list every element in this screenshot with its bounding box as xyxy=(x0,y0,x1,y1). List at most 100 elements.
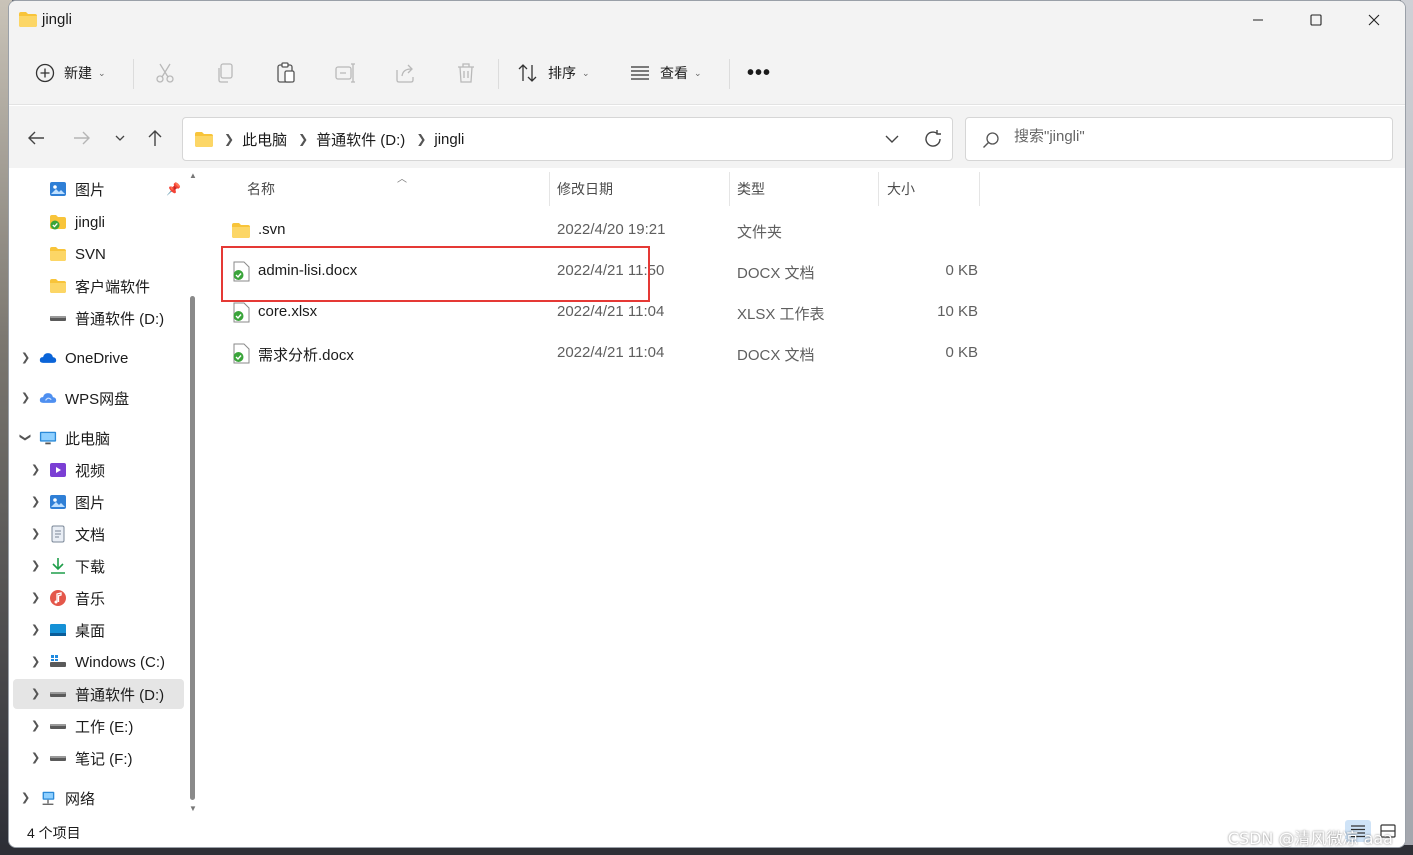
chevron-right-icon[interactable]: ❯ xyxy=(416,132,426,146)
column-header-size[interactable]: 大小 xyxy=(887,168,915,210)
forward-button[interactable] xyxy=(68,124,96,152)
breadcrumb-this-pc[interactable]: 此电脑 xyxy=(242,129,287,150)
column-divider[interactable] xyxy=(979,172,980,206)
chevron-right-icon[interactable]: ❯ xyxy=(31,591,40,604)
sidebar-item-music[interactable]: ❯ 音乐 xyxy=(31,583,105,613)
column-header-type[interactable]: 类型 xyxy=(737,168,765,210)
sidebar-item-label: 音乐 xyxy=(75,590,106,608)
sidebar-item-documents[interactable]: ❯ 文档 xyxy=(31,519,105,549)
up-button[interactable] xyxy=(141,124,169,152)
more-options-button[interactable]: ••• xyxy=(747,57,771,89)
chevron-right-icon[interactable]: ❯ xyxy=(21,791,30,804)
new-button[interactable]: 新建 ⌄ xyxy=(35,57,106,89)
chevron-right-icon[interactable]: ❯ xyxy=(31,719,40,732)
wps-cloud-icon xyxy=(39,393,57,403)
share-icon[interactable] xyxy=(394,61,418,85)
chevron-right-icon[interactable]: ❯ xyxy=(31,495,40,508)
sidebar-item-windows-c[interactable]: ❯ Windows (C:) xyxy=(31,647,165,677)
sidebar-item-jingli[interactable]: jingli xyxy=(49,207,105,237)
table-row[interactable]: .svn 2022/4/20 19:21 文件夹 xyxy=(204,210,984,250)
window-title: jingli xyxy=(42,11,73,28)
command-bar: 新建 ⌄ 排序 ⌄ 查看 ⌄ ••• xyxy=(9,41,1405,105)
downloads-icon xyxy=(51,558,65,574)
sidebar-item-drive-d-quick[interactable]: 普通软件 (D:) xyxy=(49,303,164,333)
delete-icon[interactable] xyxy=(454,61,478,85)
sidebar-item-drive-f[interactable]: ❯ 笔记 (F:) xyxy=(31,743,133,773)
sidebar-item-wps-drive[interactable]: ❯ WPS网盘 xyxy=(21,383,129,413)
maximize-button[interactable] xyxy=(1287,1,1345,39)
copy-icon[interactable] xyxy=(214,61,238,85)
chevron-right-icon[interactable]: ❯ xyxy=(21,351,30,364)
column-divider[interactable] xyxy=(549,172,550,206)
column-divider[interactable] xyxy=(729,172,730,206)
chevron-right-icon[interactable]: ❯ xyxy=(298,132,308,146)
recent-locations-button[interactable] xyxy=(106,124,134,152)
sidebar-item-desktop[interactable]: ❯ 桌面 xyxy=(31,615,105,645)
rename-icon[interactable] xyxy=(334,61,358,85)
address-bar[interactable]: ❯ 此电脑 ❯ 普通软件 (D:) ❯ jingli xyxy=(182,117,953,161)
chevron-right-icon[interactable]: ❯ xyxy=(31,687,40,700)
file-list: ︿ 名称 修改日期 类型 大小 .svn 2022/4/20 19:21 文件夹… xyxy=(204,168,1404,812)
breadcrumb-drive-d[interactable]: 普通软件 (D:) xyxy=(316,129,405,150)
chevron-right-icon[interactable]: ❯ xyxy=(31,623,40,636)
sidebar-item-drive-e[interactable]: ❯ 工作 (E:) xyxy=(31,711,133,741)
chevron-right-icon[interactable]: ❯ xyxy=(31,463,40,476)
sidebar-item-this-pc[interactable]: ❯ 此电脑 xyxy=(19,423,110,453)
chevron-right-icon[interactable]: ❯ xyxy=(21,391,30,404)
sidebar-item-drive-d[interactable]: ❯ 普通软件 (D:) xyxy=(13,679,184,709)
sidebar-item-client-software[interactable]: 客户端软件 xyxy=(49,271,150,301)
drive-icon xyxy=(50,692,66,697)
column-divider[interactable] xyxy=(878,172,879,206)
table-row[interactable]: core.xlsx 2022/4/21 11:04 XLSX 工作表 10 KB xyxy=(204,292,984,332)
chevron-down-icon[interactable]: ❯ xyxy=(19,433,32,442)
chevron-down-icon: ⌄ xyxy=(582,67,590,78)
sidebar-item-svn[interactable]: SVN xyxy=(49,239,106,269)
pin-icon[interactable]: 📌 xyxy=(166,182,181,196)
toolbar-divider xyxy=(133,59,134,89)
file-date: 2022/4/21 11:50 xyxy=(557,262,665,279)
drive-icon xyxy=(50,756,66,761)
sidebar-item-network[interactable]: ❯ 网络 xyxy=(21,783,95,813)
chevron-right-icon[interactable]: ❯ xyxy=(31,751,40,764)
title-bar[interactable]: jingli xyxy=(9,1,1405,41)
sidebar-item-pictures-quick[interactable]: 图片 xyxy=(49,174,105,204)
search-input[interactable] xyxy=(1014,128,1374,145)
minimize-button[interactable] xyxy=(1229,1,1287,39)
chevron-right-icon[interactable]: ❯ xyxy=(31,655,40,668)
chevron-right-icon[interactable]: ❯ xyxy=(224,132,234,146)
file-explorer-window: jingli 新建 ⌄ 排序 ⌄ 查看 ⌄ ••• ❯ 此电脑 ❯ 普通软件 (… xyxy=(8,0,1406,848)
chevron-right-icon[interactable]: ❯ xyxy=(31,527,40,540)
sidebar-item-label: 普通软件 (D:) xyxy=(75,686,165,704)
scroll-up-arrow-icon[interactable]: ▲ xyxy=(189,171,197,180)
music-icon xyxy=(50,590,66,606)
sort-button[interactable]: 排序 ⌄ xyxy=(517,57,590,89)
network-icon xyxy=(42,791,55,805)
sidebar-item-onedrive[interactable]: ❯ OneDrive xyxy=(21,343,128,373)
back-button[interactable] xyxy=(22,124,50,152)
folder-icon xyxy=(50,247,66,261)
search-box[interactable] xyxy=(965,117,1393,161)
view-button[interactable]: 查看 ⌄ xyxy=(629,57,702,89)
paste-icon[interactable] xyxy=(274,61,298,85)
file-type: DOCX 文档 xyxy=(737,347,815,364)
chevron-right-icon[interactable]: ❯ xyxy=(31,559,40,572)
navigation-pane: ▲ 图片 📌 jingli SVN 客户端软件 普通软件 (D:) ❯ OneD… xyxy=(9,168,199,813)
column-header-date[interactable]: 修改日期 xyxy=(557,168,613,210)
column-header-name[interactable]: 名称 xyxy=(247,168,275,210)
folder-icon xyxy=(232,223,250,238)
svn-folder-icon xyxy=(50,215,66,230)
cut-icon[interactable] xyxy=(153,61,177,85)
sidebar-item-videos[interactable]: ❯ 视频 xyxy=(31,455,105,485)
sidebar-item-downloads[interactable]: ❯ 下载 xyxy=(31,551,105,581)
table-row[interactable]: 需求分析.docx 2022/4/21 11:04 DOCX 文档 0 KB xyxy=(204,333,984,373)
sidebar-item-label: WPS网盘 xyxy=(65,390,130,408)
sidebar-item-pictures[interactable]: ❯ 图片 xyxy=(31,487,105,517)
refresh-icon[interactable] xyxy=(922,128,944,150)
table-row[interactable]: admin-lisi.docx 2022/4/21 11:50 DOCX 文档 … xyxy=(204,251,984,291)
arrow-up-icon xyxy=(148,130,162,146)
close-button[interactable] xyxy=(1345,1,1403,39)
plus-circle-icon xyxy=(35,63,55,83)
breadcrumb-jingli[interactable]: jingli xyxy=(434,131,464,148)
address-history-chevron-icon[interactable] xyxy=(884,129,900,149)
sidebar-scrollbar-thumb[interactable] xyxy=(190,296,195,800)
